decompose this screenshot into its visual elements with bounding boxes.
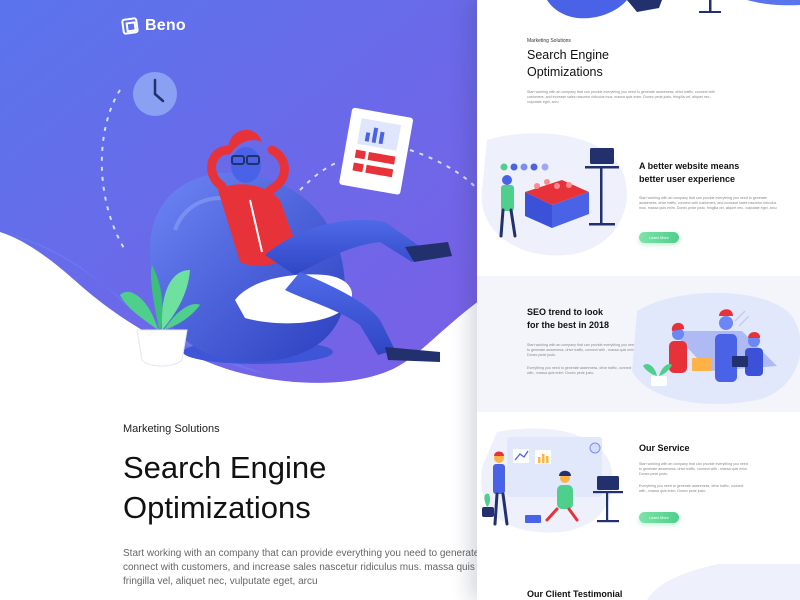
hero-title-line2: Optimizations <box>123 490 311 525</box>
hero-kicker: Marketing Solutions <box>123 423 220 435</box>
clock-icon <box>133 72 177 116</box>
preview-website-title-line1: A better website means <box>639 161 740 171</box>
preview-seo-kicker: Marketing Solutions <box>527 38 571 44</box>
brand-name: Beno <box>145 17 186 34</box>
preview-service-body-2: Everything you need to generate awarenes… <box>639 484 744 494</box>
hero-title: Search Engine Optimizations <box>123 448 480 528</box>
preview-seo-section: Marketing Solutions Search Engine Optimi… <box>477 38 800 130</box>
preview-hero-remnant <box>477 0 800 38</box>
preview-service-title: Our Service <box>639 443 690 453</box>
hero-panel: Beno Marketing Solutions Search Engine O… <box>0 0 480 600</box>
hero-body: Start working with an company that can p… <box>123 548 480 587</box>
brand-logo[interactable]: Beno <box>120 16 186 36</box>
testimonial-bg <box>647 564 800 600</box>
preview-seo-title: Search Engine Optimizations <box>527 47 609 81</box>
preview-service-learn-more-button[interactable]: Learn More <box>639 512 679 523</box>
logo-icon <box>120 16 140 36</box>
preview-hero-art <box>547 0 800 19</box>
preview-website-title: A better website means better user exper… <box>639 160 739 186</box>
preview-seo-title-line1: Search Engine <box>527 48 610 62</box>
preview-testimonial-title: Our Client Testimonial <box>527 589 623 599</box>
preview-trend-section: SEO trend to look for the best in 2018 S… <box>477 276 800 412</box>
preview-seo-title-line2: Optimizations <box>527 65 603 79</box>
preview-seo-body: Start working with an company that can p… <box>527 90 715 105</box>
trend-illustration <box>632 292 800 404</box>
page-preview: Marketing Solutions Search Engine Optimi… <box>477 0 800 600</box>
preview-website-section: A better website means better user exper… <box>477 130 800 276</box>
preview-website-title-line2: better user experience <box>639 174 736 184</box>
preview-website-learn-more-button[interactable]: Learn More <box>639 232 679 243</box>
preview-service-body-1: Start working with an company that can p… <box>639 462 748 477</box>
preview-service-section: Our Service Start working with an compan… <box>477 412 800 564</box>
hero-title-line1: Search Engine <box>123 450 327 485</box>
preview-testimonial-section: Our Client Testimonial <box>477 564 800 600</box>
preview-website-body: Start working with an company that can p… <box>639 196 777 211</box>
